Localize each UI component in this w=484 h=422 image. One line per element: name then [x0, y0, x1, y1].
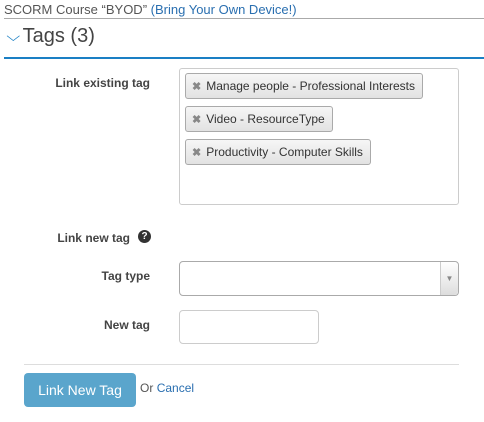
tag-chip: ✖ Video - ResourceType	[185, 106, 333, 132]
tag-type-label: Tag type	[101, 269, 150, 283]
divider	[4, 18, 484, 19]
link-new-label: Link new tag	[57, 231, 130, 245]
section-divider	[4, 57, 484, 59]
breadcrumb-prefix: SCORM Course “BYOD”	[4, 2, 148, 17]
breadcrumb: SCORM Course “BYOD” (Bring Your Own Devi…	[4, 2, 297, 17]
new-tag-label: New tag	[103, 318, 150, 332]
remove-icon[interactable]: ✖	[192, 146, 201, 159]
dropdown-arrow-icon[interactable]: ▼	[440, 262, 458, 295]
tag-chip: ✖ Manage people - Professional Interests	[185, 73, 424, 99]
tag-label: Video - ResourceType	[206, 112, 325, 126]
link-existing-label: Link existing tag	[55, 76, 150, 90]
or-text: Or	[140, 381, 154, 395]
cancel-link[interactable]: Cancel	[157, 381, 194, 395]
tag-label: Productivity - Computer Skills	[206, 145, 363, 159]
section-header[interactable]: ⌵ Tags (3)	[6, 25, 95, 48]
divider	[24, 364, 459, 365]
new-tag-input[interactable]	[179, 310, 319, 344]
remove-icon[interactable]: ✖	[192, 113, 201, 126]
tag-chip: ✖ Productivity - Computer Skills	[185, 139, 371, 165]
chevron-down-icon[interactable]: ⌵	[6, 28, 20, 45]
remove-icon[interactable]: ✖	[192, 80, 201, 93]
cancel-group: Or Cancel	[140, 381, 194, 395]
section-title: Tags (3)	[22, 25, 95, 47]
tag-type-select[interactable]: ▼	[179, 261, 459, 296]
help-icon[interactable]: ?	[138, 230, 151, 243]
breadcrumb-link[interactable]: (Bring Your Own Device!)	[151, 2, 297, 17]
tag-label: Manage people - Professional Interests	[206, 79, 416, 93]
link-new-tag-button[interactable]: Link New Tag	[24, 373, 136, 407]
